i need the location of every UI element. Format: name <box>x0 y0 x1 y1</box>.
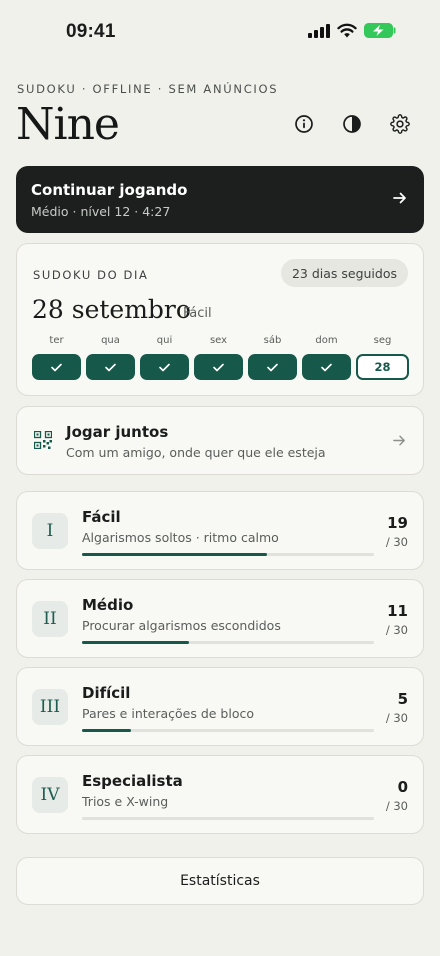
level-name: Médio <box>82 596 134 614</box>
day-name: sex <box>209 335 228 346</box>
level-completed-count: 19 <box>387 514 408 532</box>
play-together-title: Jogar juntos <box>66 423 169 441</box>
statistics-button[interactable]: Estatísticas <box>16 857 424 905</box>
level-numeral: IV <box>32 777 68 813</box>
level-description: Pares e interações de bloco <box>82 706 254 721</box>
level-completed-count: 5 <box>397 690 408 708</box>
level-card-medium[interactable]: II Médio Procurar algarismos escondidos … <box>16 579 424 658</box>
level-completed-count: 0 <box>397 778 408 796</box>
level-card-hard[interactable]: III Difícil Pares e interações de bloco … <box>16 667 424 746</box>
check-icon <box>51 363 62 371</box>
daily-difficulty: Fácil <box>183 306 212 321</box>
day-column: sáb <box>248 335 297 380</box>
battery-charging-icon <box>364 23 396 38</box>
status-time: 09:41 <box>66 21 116 42</box>
arrow-right-icon <box>393 435 405 446</box>
day-today[interactable]: 28 <box>356 354 409 380</box>
level-total: / 30 <box>385 535 408 549</box>
level-total: / 30 <box>385 799 408 813</box>
level-name: Difícil <box>82 684 131 702</box>
check-icon <box>159 363 170 371</box>
day-name: seg <box>373 335 392 346</box>
level-progress-track <box>82 729 374 732</box>
check-icon <box>267 363 278 371</box>
level-numeral: II <box>32 601 68 637</box>
qr-code-icon <box>34 431 52 449</box>
continue-playing-card[interactable]: Continuar jogando Médio · nível 12 · 4:2… <box>16 166 424 233</box>
day-completed[interactable] <box>140 354 189 380</box>
theme-toggle-button[interactable] <box>340 112 364 136</box>
level-description: Procurar algarismos escondidos <box>82 618 281 633</box>
contrast-icon <box>343 115 361 133</box>
day-name: dom <box>315 335 338 346</box>
level-numeral: I <box>32 513 68 549</box>
level-progress-fill <box>82 641 190 644</box>
day-name: qui <box>156 335 173 346</box>
day-completed[interactable] <box>32 354 81 380</box>
day-column: sex <box>194 335 243 380</box>
level-name: Especialista <box>82 772 183 790</box>
day-name: qua <box>101 335 120 346</box>
daily-label: SUDOKU DO DIA <box>33 268 149 282</box>
level-progress-track <box>82 817 374 820</box>
gear-icon <box>390 114 410 134</box>
day-completed[interactable] <box>302 354 351 380</box>
settings-button[interactable] <box>388 112 412 136</box>
day-completed[interactable] <box>248 354 297 380</box>
level-total: / 30 <box>385 623 408 637</box>
level-card-expert[interactable]: IV Especialista Trios e X-wing 0 / 30 <box>16 755 424 834</box>
level-description: Trios e X-wing <box>82 794 169 809</box>
day-column: qui <box>140 335 189 380</box>
app-eyebrow: SUDOKU · OFFLINE · SEM ANÚNCIOS <box>17 82 279 96</box>
level-progress-fill <box>82 553 267 556</box>
level-progress-track <box>82 553 374 556</box>
level-description: Algarismos soltos · ritmo calmo <box>82 530 279 545</box>
level-total: / 30 <box>385 711 408 725</box>
check-icon <box>213 363 224 371</box>
status-bar: 09:41 <box>0 0 440 64</box>
day-name: sáb <box>263 335 282 346</box>
check-icon <box>105 363 116 371</box>
daily-sudoku-card[interactable]: SUDOKU DO DIA 23 dias seguidos 28 setemb… <box>16 243 424 396</box>
level-numeral: III <box>32 689 68 725</box>
level-name: Fácil <box>82 508 121 526</box>
wifi-icon <box>337 23 357 38</box>
level-completed-count: 11 <box>387 602 408 620</box>
day-column-today: seg 28 <box>356 335 409 380</box>
info-button[interactable] <box>292 112 316 136</box>
info-icon <box>295 115 313 133</box>
level-progress-fill <box>82 729 131 732</box>
play-together-card[interactable]: Jogar juntos Com um amigo, onde quer que… <box>16 406 424 475</box>
play-together-subtitle: Com um amigo, onde quer que ele esteja <box>66 445 326 460</box>
continue-title: Continuar jogando <box>31 181 188 199</box>
check-icon <box>321 363 332 371</box>
day-column: ter <box>32 335 81 380</box>
day-column: dom <box>302 335 351 380</box>
week-calendar: ter qua qui sex sáb dom seg 28 <box>32 335 409 383</box>
arrow-right-icon <box>393 192 406 204</box>
day-column: qua <box>86 335 135 380</box>
streak-badge: 23 dias seguidos <box>280 259 408 287</box>
level-progress-track <box>82 641 374 644</box>
status-icons <box>308 23 396 38</box>
cellular-signal-icon <box>308 23 330 38</box>
day-completed[interactable] <box>86 354 135 380</box>
daily-date: 28 setembro <box>32 295 191 324</box>
level-card-easy[interactable]: I Fácil Algarismos soltos · ritmo calmo … <box>16 491 424 570</box>
app-title: Nine <box>16 99 120 150</box>
day-completed[interactable] <box>194 354 243 380</box>
day-name: ter <box>49 335 64 346</box>
continue-subtitle: Médio · nível 12 · 4:27 <box>31 204 171 219</box>
